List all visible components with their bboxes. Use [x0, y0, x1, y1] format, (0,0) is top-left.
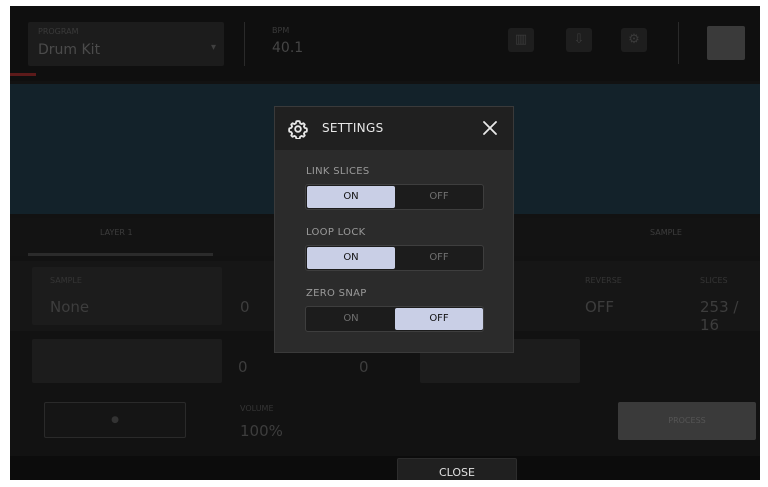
tab-sample[interactable]: SAMPLE [650, 228, 682, 237]
zero-snap-toggle[interactable]: ON OFF [305, 306, 484, 332]
divider [678, 22, 679, 64]
program-caption: PROGRAM [38, 27, 79, 36]
param-box[interactable] [32, 339, 222, 383]
zero-snap-label: ZERO SNAP [306, 288, 367, 299]
program-name: Drum Kit [38, 42, 101, 58]
close-button[interactable]: CLOSE [397, 458, 517, 480]
loop-lock-off-option[interactable]: OFF [395, 247, 483, 269]
param-value: 0 [240, 298, 250, 316]
loop-lock-toggle[interactable]: ON OFF [305, 245, 484, 271]
chevron-down-icon: ▾ [210, 42, 216, 53]
download-icon[interactable]: ⇩ [566, 28, 592, 52]
slices-value: 253 / 16 [700, 298, 739, 334]
loop-lock-label: LOOP LOCK [306, 227, 366, 238]
top-bar: PROGRAM Drum Kit ▾ BPM 40.1 ▥ ⇩ ⚙ [10, 6, 760, 81]
param-value-b: 0 [359, 358, 369, 376]
settings-dialog: SETTINGS LINK SLICES ON OFF LOOP LOCK ON… [274, 106, 514, 353]
volume-caption: VOLUME [240, 404, 274, 413]
settings-icon[interactable]: ⚙ [621, 28, 647, 52]
gear-icon [288, 120, 308, 139]
grid-icon[interactable]: ▥ [508, 28, 534, 52]
sample-caption: SAMPLE [50, 276, 82, 285]
param-value-a: 0 [238, 358, 248, 376]
tab-layer-1[interactable]: LAYER 1 [100, 228, 133, 237]
tab-underline [28, 253, 213, 256]
link-slices-on-option[interactable]: ON [307, 186, 395, 208]
bpm-caption: BPM [272, 26, 290, 35]
bpm-value: 40.1 [272, 40, 304, 56]
link-slices-label: LINK SLICES [306, 166, 370, 177]
divider [244, 22, 245, 66]
program-select[interactable]: PROGRAM Drum Kit ▾ [28, 22, 224, 66]
reverse-value: OFF [585, 298, 615, 316]
dialog-header: SETTINGS [275, 107, 513, 150]
process-button[interactable]: PROCESS [618, 402, 756, 440]
zero-snap-on-option[interactable]: ON [307, 308, 395, 330]
menu-square-button[interactable] [707, 26, 745, 60]
dialog-title: SETTINGS [322, 121, 384, 135]
reverse-caption: REVERSE [585, 276, 622, 285]
footer-bar [10, 456, 760, 480]
sample-value: None [50, 298, 90, 316]
link-slices-toggle[interactable]: ON OFF [305, 184, 484, 210]
dim-button[interactable]: ● [44, 402, 186, 438]
slices-caption: SLICES [700, 276, 728, 285]
zero-snap-off-option[interactable]: OFF [395, 308, 483, 330]
loop-lock-on-option[interactable]: ON [307, 247, 395, 269]
close-icon[interactable] [479, 117, 501, 139]
volume-value: 100% [240, 422, 283, 440]
accent-line [10, 73, 36, 76]
link-slices-off-option[interactable]: OFF [395, 186, 483, 208]
